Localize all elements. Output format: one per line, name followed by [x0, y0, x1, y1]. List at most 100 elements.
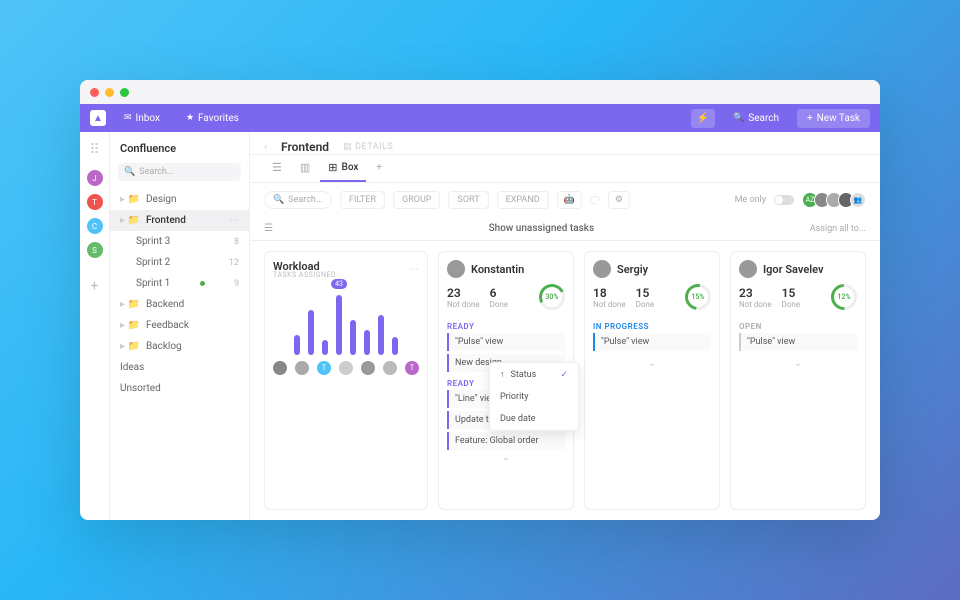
- me-only-toggle[interactable]: [774, 195, 794, 205]
- not-done-count: 23: [447, 286, 480, 300]
- sidebar-item-ideas[interactable]: Ideas: [110, 357, 249, 378]
- space-rail: ⠿ JTCS +: [80, 132, 110, 520]
- box-icon: ⊞: [328, 161, 337, 174]
- bolt-icon: ⚡: [697, 113, 709, 124]
- add-view-tab[interactable]: +: [368, 156, 390, 181]
- avatar: [739, 260, 757, 278]
- workload-bar: [294, 335, 300, 355]
- sidebar-item-backend[interactable]: ▸ 📁Backend: [110, 294, 249, 315]
- task-item[interactable]: "Pulse" view: [447, 333, 565, 351]
- folder-icon: ▸ 📁: [120, 215, 140, 226]
- sidebar-item-frontend[interactable]: ▸ 📁Frontend⋯: [110, 210, 249, 231]
- minimize-icon[interactable]: [105, 88, 114, 97]
- section-label: OPEN: [739, 322, 857, 331]
- sidebar-item-design[interactable]: ▸ 📁Design: [110, 189, 249, 210]
- dropdown-item-priority[interactable]: Priority: [490, 386, 578, 408]
- toggle-icon[interactable]: [590, 196, 600, 204]
- topbar: ▲ ✉ Inbox ★ Favorites ⚡ 🔍 Search + New T…: [80, 104, 880, 132]
- search-icon: 🔍: [733, 113, 744, 123]
- menu-icon[interactable]: ☰: [264, 223, 273, 234]
- inbox-icon: ✉: [124, 113, 132, 123]
- maximize-icon[interactable]: [120, 88, 129, 97]
- list-icon: ☰: [272, 161, 282, 174]
- search-button[interactable]: 🔍 Search: [725, 110, 787, 127]
- workload-bar: [350, 320, 356, 355]
- space-s[interactable]: S: [87, 242, 103, 258]
- item-count: 12: [229, 258, 239, 268]
- list-view-tab[interactable]: ☰: [264, 155, 290, 182]
- me-only-label: Me only: [735, 195, 766, 205]
- cards-row: Workload TASKS ASSIGNED ⋯ 43 T T: [250, 241, 880, 520]
- done-count: 15: [782, 286, 800, 300]
- folder-icon: ▸ 📁: [120, 299, 140, 310]
- section-label: READY: [447, 322, 565, 331]
- item-count: 8: [234, 237, 239, 247]
- subbar: ☰ Show unassigned tasks Assign all to...: [250, 217, 880, 241]
- avatar: [447, 260, 465, 278]
- task-item[interactable]: Feature: Global order: [447, 432, 565, 450]
- board-view-tab[interactable]: ▥: [292, 155, 318, 182]
- workload-bar: [322, 340, 328, 355]
- sidebar: Confluence 🔍 Search... ▸ 📁Design▸ 📁Front…: [110, 132, 250, 520]
- details-tab[interactable]: ▤ DETAILS: [343, 142, 393, 152]
- chevron-up-icon[interactable]: ⌃: [447, 457, 565, 468]
- dropdown-item-due-date[interactable]: Due date: [490, 408, 578, 430]
- workload-bar: [392, 337, 398, 355]
- content-search[interactable]: 🔍 Search...: [264, 191, 332, 209]
- workload-chart: 43: [273, 295, 419, 355]
- space-c[interactable]: C: [87, 218, 103, 234]
- expand-button[interactable]: EXPAND: [497, 191, 549, 209]
- close-icon[interactable]: [90, 88, 99, 97]
- favorites-button[interactable]: ★ Favorites: [178, 110, 247, 127]
- plus-icon: +: [807, 113, 813, 124]
- check-icon: ✓: [560, 370, 568, 380]
- robot-icon[interactable]: 🤖: [557, 191, 582, 209]
- sidebar-item-feedback[interactable]: ▸ 📁Feedback: [110, 315, 249, 336]
- bolt-button[interactable]: ⚡: [691, 109, 715, 128]
- inbox-button[interactable]: ✉ Inbox: [116, 110, 168, 127]
- assign-all-button[interactable]: Assign all to...: [810, 224, 866, 234]
- view-tabs: ☰ ▥ ⊞ Box +: [250, 155, 880, 183]
- chevron-down-icon[interactable]: ⌄: [739, 358, 857, 369]
- space-t[interactable]: T: [87, 194, 103, 210]
- apps-icon[interactable]: ⠿: [89, 142, 99, 158]
- assignee-avatars[interactable]: AZ 👥: [802, 192, 866, 208]
- not-done-count: 23: [739, 286, 772, 300]
- sidebar-item-unsorted[interactable]: Unsorted: [110, 378, 249, 399]
- folder-icon: ▸ 📁: [120, 341, 140, 352]
- sidebar-item-sprint-2[interactable]: Sprint 212: [110, 252, 249, 273]
- new-task-button[interactable]: + New Task: [797, 109, 870, 128]
- sidebar-search[interactable]: 🔍 Search...: [118, 163, 241, 181]
- done-label: Done: [636, 300, 654, 309]
- filter-button[interactable]: FILTER: [340, 191, 385, 209]
- folder-icon: ▸ 📁: [120, 320, 140, 331]
- done-label: Done: [782, 300, 800, 309]
- sidebar-item-sprint-1[interactable]: Sprint 19: [110, 273, 249, 294]
- box-view-tab[interactable]: ⊞ Box: [320, 155, 366, 182]
- collapse-sidebar-icon[interactable]: ‹: [264, 142, 267, 153]
- task-item[interactable]: "Pulse" view: [739, 333, 857, 351]
- search-icon: 🔍: [273, 195, 284, 205]
- sidebar-item-sprint-3[interactable]: Sprint 38: [110, 231, 249, 252]
- ellipsis-icon[interactable]: ⋯: [229, 215, 239, 226]
- progress-ring: 30%: [539, 284, 565, 310]
- progress-ring: 12%: [831, 284, 857, 310]
- app-logo-icon[interactable]: ▲: [90, 110, 106, 126]
- sort-button[interactable]: SORT: [448, 191, 488, 209]
- settings-icon[interactable]: ⚙: [608, 191, 630, 209]
- plus-icon: +: [376, 162, 382, 173]
- person-card-konstantin: Konstantin23Not done6Done30%READY"Pulse"…: [438, 251, 574, 510]
- done-count: 15: [636, 286, 654, 300]
- avatar: [593, 260, 611, 278]
- person-name: Igor Savelev: [763, 263, 823, 276]
- workload-card: Workload TASKS ASSIGNED ⋯ 43 T T: [264, 251, 428, 510]
- group-button[interactable]: GROUP: [393, 191, 440, 209]
- space-j[interactable]: J: [87, 170, 103, 186]
- ellipsis-icon[interactable]: ⋯: [409, 264, 419, 275]
- sidebar-item-backlog[interactable]: ▸ 📁Backlog: [110, 336, 249, 357]
- dropdown-item-status[interactable]: ↑ Status✓: [490, 363, 578, 386]
- add-space-button[interactable]: +: [91, 278, 99, 294]
- unassigned-toggle[interactable]: Show unassigned tasks: [273, 223, 810, 234]
- chevron-down-icon[interactable]: ⌄: [593, 358, 711, 369]
- task-item[interactable]: "Pulse" view: [593, 333, 711, 351]
